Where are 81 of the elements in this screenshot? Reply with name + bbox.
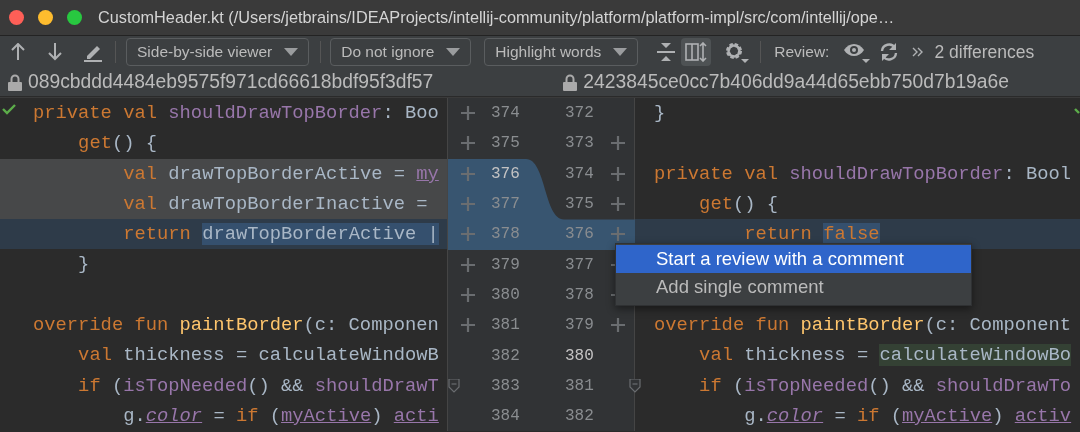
add-comment-icon[interactable]	[461, 136, 475, 151]
revision-hash: 089cbddd4484eb9575f971cd66618bdf95f3df57	[28, 69, 434, 94]
code-line: g.color = if (myActive) acti	[123, 404, 439, 427]
line-number: 378	[491, 224, 521, 246]
down-arrow-icon[interactable]	[47, 43, 63, 61]
settings-icon[interactable]	[723, 40, 750, 64]
line-number: 372	[565, 103, 595, 125]
line-number: 376	[565, 224, 595, 246]
window-title: CustomHeader.kt (/Users/jetbrains/IDEAProjects/intellij-community/platform/platform-impl/src/com/intellij/ope…	[98, 7, 895, 29]
line-number: 374	[565, 163, 595, 185]
code-line: private val shouldDrawTopBorder: Bool	[654, 162, 1072, 185]
line-number: 378	[565, 284, 595, 306]
add-comment-icon[interactable]	[461, 197, 475, 212]
code-line: override fun paintBorder(c: Componen	[33, 314, 439, 337]
line-number: 375	[565, 194, 595, 216]
dropdown[interactable]: Highlight words	[484, 38, 639, 66]
review-label: Review:	[774, 42, 830, 63]
line-number: 384	[491, 406, 521, 428]
caret-icon	[446, 48, 461, 56]
line-number: 377	[491, 194, 521, 216]
line-number: 381	[565, 375, 595, 397]
code-line: }	[654, 102, 666, 124]
line-number: 379	[491, 254, 521, 276]
menu-item[interactable]: Start a review with a comment	[616, 245, 971, 273]
collapse-icon[interactable]	[656, 42, 677, 62]
add-comment-icon[interactable]	[611, 318, 625, 333]
add-comment-icon[interactable]	[461, 106, 475, 121]
columns-icon	[685, 42, 708, 62]
line-number: 374	[491, 103, 521, 125]
line-number: 379	[565, 315, 595, 337]
code-line: private val shouldDrawTopBorder: Boo	[33, 102, 439, 124]
add-comment-icon[interactable]	[611, 136, 625, 151]
fold-marker-icon[interactable]	[448, 378, 460, 393]
add-comment-icon[interactable]	[461, 257, 475, 272]
caret-icon	[613, 48, 628, 56]
line-number: 382	[565, 406, 595, 428]
code-line: if (isTopNeeded() && shouldDrawT	[78, 374, 439, 397]
line-number: 383	[491, 375, 521, 397]
code-line: val drawTopBorderActive = my	[123, 162, 439, 185]
menu-item[interactable]: Add single comment	[616, 273, 971, 301]
add-comment-icon[interactable]	[611, 197, 625, 212]
revision-hash: 2423845ce0cc7b406dd9a44d65ebb750d7b19a6e	[583, 69, 1009, 94]
code-line: val thickness = calculateWindowBo	[699, 344, 1072, 367]
refresh-icon[interactable]	[879, 42, 900, 62]
add-comment-icon[interactable]	[611, 166, 625, 181]
add-comment-icon[interactable]	[461, 318, 475, 333]
minimize-button[interactable]	[38, 10, 53, 25]
add-comment-icon[interactable]	[611, 227, 625, 242]
code-line: g.color = if (myActive) activ	[744, 404, 1072, 427]
line-number: 373	[565, 133, 595, 155]
line-number: 376	[491, 163, 521, 185]
more-icon[interactable]	[912, 47, 925, 57]
up-arrow-icon[interactable]	[10, 43, 26, 61]
check-icon	[2, 104, 16, 115]
code-line: return drawTopBorderActive |	[123, 223, 439, 246]
code-line: }	[78, 253, 90, 276]
code-line: val drawTopBorderInactive =	[123, 192, 428, 215]
lock-icon	[8, 73, 22, 91]
add-comment-icon[interactable]	[461, 166, 475, 181]
add-comment-icon[interactable]	[461, 227, 475, 242]
code-line: val thickness = calculateWindowB	[78, 344, 439, 367]
line-number: 382	[491, 345, 521, 367]
add-comment-icon[interactable]	[461, 287, 475, 302]
close-button[interactable]	[9, 10, 24, 25]
lock-icon	[563, 73, 578, 91]
code-line: override fun paintBorder(c: Component	[654, 314, 1072, 337]
dropdown[interactable]: Do not ignore	[330, 38, 472, 66]
code-line: get() {	[699, 192, 778, 215]
side-by-side-button[interactable]	[681, 38, 712, 66]
zoom-button[interactable]	[67, 10, 82, 25]
line-number: 381	[491, 315, 521, 337]
line-number: 380	[565, 345, 595, 367]
fold-marker-icon[interactable]	[629, 378, 641, 393]
dropdown[interactable]: Side-by-side viewer	[126, 38, 310, 66]
line-number: 380	[491, 284, 521, 306]
code-line: get() {	[78, 132, 157, 155]
code-line: if (isTopNeeded() && shouldDrawTo	[699, 374, 1072, 397]
caret-icon	[284, 48, 299, 56]
line-number: 377	[565, 254, 595, 276]
differences-count: 2 differences	[934, 40, 1035, 64]
line-number: 375	[491, 133, 521, 155]
